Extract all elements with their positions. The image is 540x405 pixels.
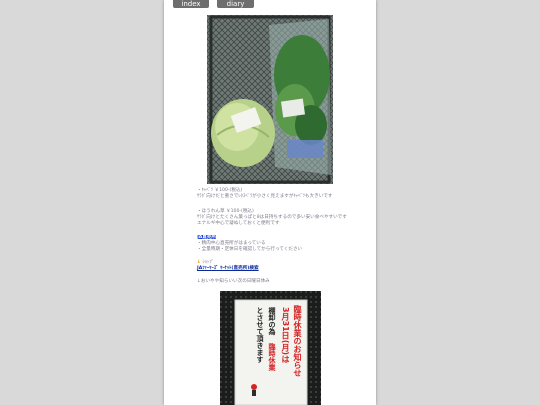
shop-label: ｼｮｯﾌﾟ: [202, 260, 214, 265]
spinach-note-text: ｻﾗﾀﾞ向けとたくさん葉っぱと8は日持ちするので多い安い食べやすいです: [197, 215, 347, 220]
sign-date: 3月31日(月)は: [281, 307, 290, 364]
cabbage-note-text: ｻﾗﾀﾞ向けだと重さでﾚﾀｽﾍﾟﾗが小さく見えますがｷｬﾍﾞﾂも大きいです: [197, 194, 333, 199]
cabbage-price-text: ・ｷｬﾍﾞﾂ ￥100-(税込): [197, 188, 243, 193]
sign-body2: 臨時休業: [268, 343, 276, 371]
diary-index-button[interactable]: diary index: [217, 0, 254, 16]
vegetables-photo: [207, 15, 333, 184]
sign-title: 臨時休業のお知らせ: [293, 305, 302, 377]
holiday-note-text: ↓おいやや知らいい次の日曜日休み: [197, 279, 270, 284]
ja-farmers-market-search-link[interactable]: JAﾌｧｰﾏｰｽﾞ ﾏｰｹｯﾄ(直売所)検索: [197, 266, 259, 271]
diary-page: index diary index ・ｷｬﾍﾞﾂ ￥100-(税込) ｻﾗﾀﾞ向…: [164, 0, 376, 405]
index-button[interactable]: index: [173, 0, 209, 8]
closure-notice-photo: 臨時休業のお知らせ 3月31日(月)は 棚卸の為 臨時休業 とさせて頂きます: [220, 291, 321, 405]
produce-note-text: エナルギ中心で凝ぬしておくと便利です: [197, 221, 280, 226]
sign-body3: とさせて頂きます: [256, 307, 264, 363]
spinach-price-text: ・ほうれん草 ￥100-(税込): [197, 209, 254, 214]
sign-body1: 棚卸の為: [268, 307, 276, 335]
shop-arrow-text: ↓ ｼｮｯﾌﾟ: [197, 260, 347, 265]
market-info-line1: ・精肉中心直売所がはまっている: [197, 241, 266, 246]
market-link[interactable]: JA直売所: [197, 235, 217, 241]
down-arrow-icon: ↓: [197, 260, 201, 265]
market-info-line2: ・全量時期・定休日を確認してから行ってください: [197, 247, 303, 252]
